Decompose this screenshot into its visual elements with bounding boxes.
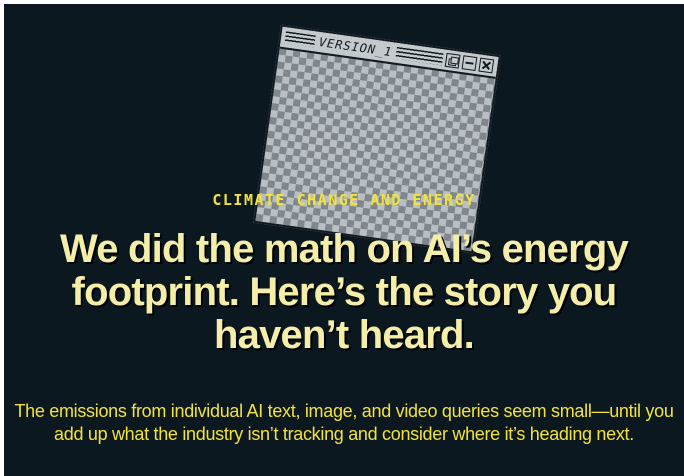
restore-icon [444, 52, 461, 69]
window-title: VERSION_1 [314, 34, 398, 60]
titlebar-stripes-icon [284, 31, 316, 48]
close-icon [478, 57, 495, 74]
article-headline: We did the math on AI’s energy footprint… [60, 227, 629, 358]
article-dek: The emissions from individual AI text, i… [14, 401, 674, 445]
category-link[interactable]: CLIMATE CHANGE AND ENERGY [4, 191, 684, 209]
window-titlebar: VERSION_1 [279, 26, 499, 79]
minimize-icon [461, 55, 478, 72]
retro-window-illustration: VERSION_1 [253, 24, 501, 254]
article-hero: VERSION_1 CLIMATE CHANGE AND ENERGY We d… [4, 4, 684, 476]
titlebar-stripes-icon [395, 46, 444, 66]
